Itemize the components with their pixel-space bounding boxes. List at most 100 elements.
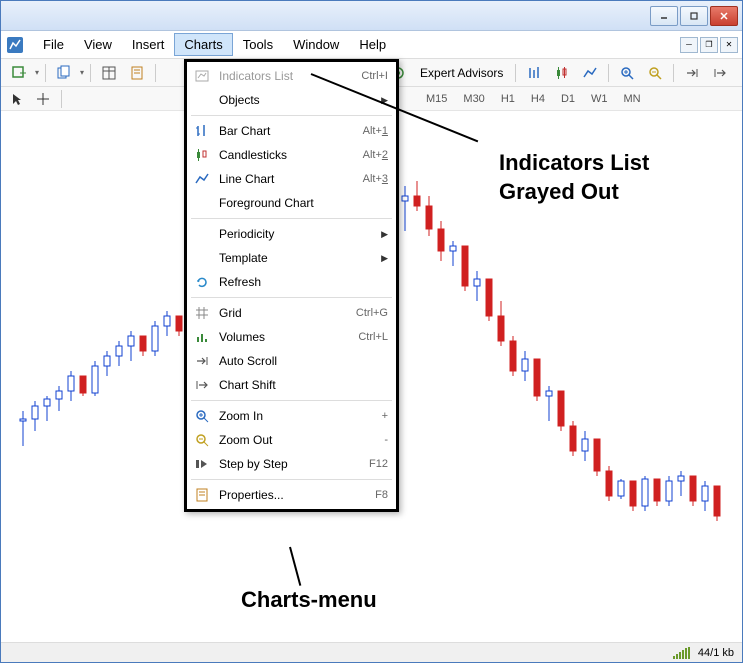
menu-item-candlesticks[interactable]: CandlesticksAlt+2 [187,143,396,167]
blank-icon [191,194,213,212]
menu-separator [191,479,392,480]
menu-item-shortcut: Ctrl+I [361,70,388,82]
menu-item-label: Objects [213,93,381,107]
timeframe-m30[interactable]: M30 [458,91,489,107]
profiles-button[interactable] [52,62,76,84]
menu-item-label: Chart Shift [213,378,388,392]
menu-separator [191,400,392,401]
menubar: FileViewInsertChartsToolsWindowHelp ─ ❐ … [1,31,742,59]
menu-item-label: Bar Chart [213,124,363,138]
menu-separator [191,115,392,116]
menu-item-label: Zoom Out [213,433,384,447]
menu-item-label: Foreground Chart [213,196,388,210]
timeframe-h1[interactable]: H1 [496,91,520,107]
menu-item-zoom-out[interactable]: Zoom Out- [187,428,396,452]
menu-item-label: Step by Step [213,457,369,471]
menu-item-label: Grid [213,306,356,320]
chart-shift-button[interactable] [708,62,732,84]
titlebar [1,1,742,31]
menu-item-chart-shift[interactable]: Chart Shift [187,373,396,397]
zoomin-icon [191,407,213,425]
timeframe-m15[interactable]: M15 [421,91,452,107]
menu-item-shortcut: - [384,434,388,446]
volumes-icon [191,328,213,346]
mdi-minimize-button[interactable]: ─ [680,37,698,53]
menu-insert[interactable]: Insert [122,33,175,56]
connection-signal-icon [673,647,690,659]
menu-item-properties[interactable]: Properties...F8 [187,483,396,507]
indicators-icon [191,67,213,85]
close-button[interactable] [710,6,738,26]
menu-item-label: Template [213,251,381,265]
menu-file[interactable]: File [33,33,74,56]
timeframe-d1[interactable]: D1 [556,91,580,107]
zoom-in-button[interactable] [615,62,639,84]
menu-item-auto-scroll[interactable]: Auto Scroll [187,349,396,373]
properties-icon [191,486,213,504]
menu-item-grid[interactable]: GridCtrl+G [187,301,396,325]
menu-item-shortcut: F12 [369,458,388,470]
line-icon [191,170,213,188]
timeframe-h4[interactable]: H4 [526,91,550,107]
menu-help[interactable]: Help [349,33,396,56]
menu-item-label: Indicators List [213,69,361,83]
crosshair-button[interactable] [33,90,53,108]
candlestick-button[interactable] [550,62,574,84]
menu-item-label: Candlesticks [213,148,363,162]
minimize-button[interactable] [650,6,678,26]
menu-item-volumes[interactable]: VolumesCtrl+L [187,325,396,349]
line-chart-button[interactable] [578,62,602,84]
timeframe-mn[interactable]: MN [619,91,646,107]
charts-dropdown-menu: Indicators ListCtrl+IObjects▶Bar ChartAl… [184,59,399,512]
submenu-arrow-icon: ▶ [381,253,388,264]
menu-item-label: Line Chart [213,172,363,186]
cursor-button[interactable] [7,90,27,108]
menu-item-foreground-chart[interactable]: Foreground Chart [187,191,396,215]
menu-window[interactable]: Window [283,33,349,56]
mdi-close-button[interactable]: ✕ [720,37,738,53]
zoom-out-button[interactable] [643,62,667,84]
maximize-button[interactable] [680,6,708,26]
menu-item-label: Auto Scroll [213,354,388,368]
menu-view[interactable]: View [74,33,122,56]
menu-separator [191,218,392,219]
menu-item-shortcut: + [382,410,388,422]
menu-item-bar-chart[interactable]: Bar ChartAlt+1 [187,119,396,143]
candle-icon [191,146,213,164]
auto-scroll-button[interactable] [680,62,704,84]
menu-item-shortcut: Alt+3 [363,173,388,185]
traffic-label: 44/1 kb [698,647,734,659]
menu-tools[interactable]: Tools [233,33,283,56]
navigator-button[interactable] [125,62,149,84]
blank-icon [191,91,213,109]
menu-item-indicators-list: Indicators ListCtrl+I [187,64,396,88]
statusbar: 44/1 kb [1,642,742,662]
timeframe-w1[interactable]: W1 [586,91,613,107]
new-chart-button[interactable] [7,62,31,84]
menu-item-shortcut: Ctrl+L [358,331,388,343]
menu-item-line-chart[interactable]: Line ChartAlt+3 [187,167,396,191]
menu-separator [191,297,392,298]
refresh-icon [191,273,213,291]
menu-item-template[interactable]: Template▶ [187,246,396,270]
menu-item-objects[interactable]: Objects▶ [187,88,396,112]
menu-item-periodicity[interactable]: Periodicity▶ [187,222,396,246]
bar-chart-button[interactable] [522,62,546,84]
chartshift-icon [191,376,213,394]
menu-item-step-by-step[interactable]: Step by StepF12 [187,452,396,476]
blank-icon [191,249,213,267]
step-icon [191,455,213,473]
expert-advisors-label[interactable]: Expert Advisors [414,64,509,82]
market-watch-button[interactable] [97,62,121,84]
app-window: FileViewInsertChartsToolsWindowHelp ─ ❐ … [0,0,743,663]
menu-item-label: Properties... [213,488,375,502]
menu-charts[interactable]: Charts [174,33,232,56]
menu-item-label: Zoom In [213,409,382,423]
mdi-restore-button[interactable]: ❐ [700,37,718,53]
menu-item-shortcut: Alt+1 [363,125,388,137]
menu-item-zoom-in[interactable]: Zoom In+ [187,404,396,428]
submenu-arrow-icon: ▶ [381,95,388,106]
menu-item-shortcut: F8 [375,489,388,501]
menu-item-refresh[interactable]: Refresh [187,270,396,294]
grid-icon [191,304,213,322]
